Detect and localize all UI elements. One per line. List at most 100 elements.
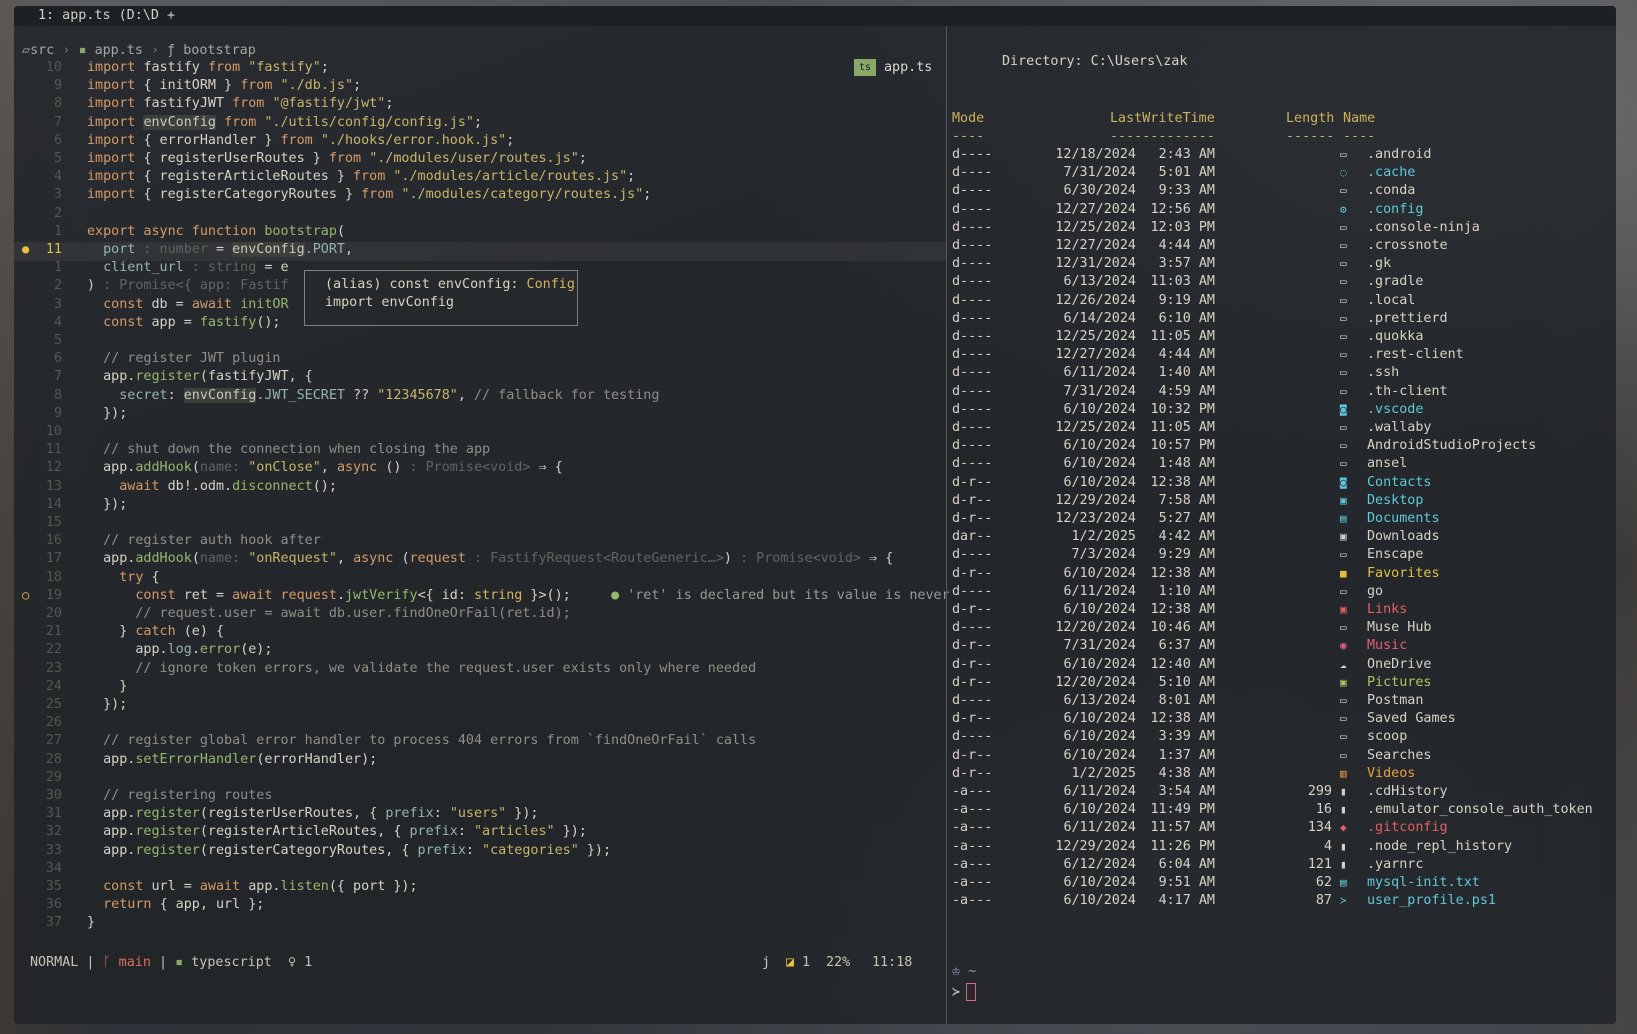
entry-name[interactable]: go	[1367, 582, 1383, 601]
cloud-icon: ☁	[1340, 657, 1347, 671]
entry-name[interactable]: Enscape	[1367, 545, 1423, 564]
entry-date: 6/30/2024	[1063, 183, 1136, 199]
entry-time: 10:46 AM	[1150, 620, 1216, 636]
code-token: {	[151, 569, 160, 585]
entry-name[interactable]: Postman	[1367, 691, 1423, 710]
entry-name[interactable]: .wallaby	[1367, 418, 1432, 437]
entry-name[interactable]: .gradle	[1367, 272, 1423, 291]
entry-name[interactable]: .gitconfig	[1367, 818, 1448, 837]
entry-time: 1:48 AM	[1158, 456, 1215, 472]
code-token: ⇒ {	[530, 460, 563, 476]
entry-name[interactable]: .prettierd	[1367, 309, 1448, 328]
tooltip-type: Config	[526, 277, 575, 292]
breadcrumb-folder[interactable]: src	[30, 43, 54, 58]
entry-name[interactable]: OneDrive	[1367, 655, 1432, 674]
entry-name[interactable]: .emulator_console_auth_token	[1367, 800, 1593, 819]
entry-name[interactable]: .rest-client	[1367, 345, 1464, 364]
code-token: :	[457, 824, 474, 840]
entry-name[interactable]: Muse Hub	[1367, 618, 1432, 637]
entry-name[interactable]: ansel	[1367, 454, 1407, 473]
entry-time: 12:38 AM	[1150, 602, 1216, 617]
directory-title: Directory: C:\Users\zak	[1002, 54, 1188, 69]
breadcrumb-file[interactable]: app.ts	[95, 43, 143, 58]
code-token: return	[87, 897, 160, 913]
entry-mode: d----	[952, 583, 993, 599]
code-token: import	[87, 114, 144, 130]
entry-name[interactable]: AndroidStudioProjects	[1367, 436, 1536, 455]
entry-name[interactable]: .th-client	[1367, 382, 1448, 401]
tab-app-ts[interactable]: 1: app.ts (D:\D +	[38, 8, 175, 23]
entry-date: 6/12/2024	[1063, 856, 1136, 872]
tab-bar: 1: app.ts (D:\D +	[14, 6, 1616, 26]
entry-mode: d-r--	[952, 474, 993, 490]
line-number: 14	[45, 496, 62, 512]
entry-name[interactable]: .cdHistory	[1367, 782, 1448, 801]
entry-name[interactable]: Saved Games	[1367, 709, 1456, 728]
lightbulb-outline-icon[interactable]: ○	[22, 588, 29, 602]
code-token: : Promise<void>	[409, 460, 531, 476]
line-number: 11	[45, 442, 62, 458]
entry-name[interactable]: .config	[1367, 200, 1423, 219]
entry-name[interactable]: Downloads	[1367, 527, 1440, 546]
entry-name[interactable]: Favorites	[1367, 564, 1440, 583]
entry-time: 2:43 AM	[1158, 147, 1215, 162]
code-token: ();	[312, 478, 337, 494]
entry-name[interactable]: .conda	[1367, 181, 1415, 200]
code-token: ,	[320, 460, 337, 476]
entry-name[interactable]: user_profile.ps1	[1367, 891, 1496, 910]
code-token: "./modules/user/routes.js"	[369, 151, 579, 166]
entry-time: 12:38 AM	[1150, 565, 1216, 581]
entry-date: 12/27/2024	[1055, 238, 1136, 253]
entry-name[interactable]: Desktop	[1367, 491, 1423, 510]
entry-name[interactable]: .cache	[1367, 163, 1415, 182]
pane-divider[interactable]	[946, 26, 947, 1024]
entry-length: 134	[1307, 820, 1332, 836]
entry-name[interactable]: .vscode	[1367, 400, 1423, 419]
folder-icon: ▭	[1340, 730, 1347, 744]
entry-name[interactable]: Music	[1367, 636, 1407, 655]
entry-date: 6/11/2024	[1063, 583, 1136, 599]
entry-time: 10:57 PM	[1150, 438, 1216, 454]
entry-name[interactable]: Videos	[1367, 764, 1415, 783]
code-token: string	[474, 587, 523, 603]
entry-name[interactable]: Links	[1367, 600, 1407, 619]
entry-name[interactable]: .quokka	[1367, 327, 1423, 346]
entry-name[interactable]: mysql-init.txt	[1367, 873, 1480, 892]
line-number: 5	[53, 333, 62, 348]
code-token: :	[433, 806, 450, 822]
entry-name[interactable]: Documents	[1367, 509, 1440, 528]
code-token: log	[167, 642, 192, 658]
entry-name[interactable]: .console-ninja	[1367, 218, 1480, 237]
code-token: .	[191, 642, 200, 658]
folder-icon: ▭	[1340, 384, 1347, 398]
code-token: from	[224, 114, 265, 130]
entry-name[interactable]: .android	[1367, 145, 1432, 164]
entry-name[interactable]: .yarnrc	[1367, 855, 1423, 874]
entry-name[interactable]: scoop	[1367, 727, 1407, 746]
entry-name[interactable]: .node_repl_history	[1367, 837, 1512, 856]
code-token: await request	[232, 587, 337, 603]
entry-name[interactable]: Pictures	[1367, 673, 1432, 692]
line-number: 3	[53, 187, 62, 203]
vim-mode: NORMAL	[30, 955, 79, 970]
code-token: )	[723, 551, 741, 567]
prompt-input[interactable]: ≻	[952, 983, 977, 1001]
breadcrumb-symbol[interactable]: bootstrap	[183, 43, 256, 58]
code-token: "onRequest"	[248, 551, 337, 567]
code-token: });	[506, 806, 539, 822]
line-number: 24	[45, 678, 62, 694]
entry-name[interactable]: Searches	[1367, 746, 1432, 765]
lightbulb-icon[interactable]: ●	[22, 242, 29, 256]
entry-mode: d----	[952, 256, 993, 272]
code-token: "./utils/config/config.js"	[264, 114, 474, 130]
code-token: const	[135, 587, 184, 603]
entry-name[interactable]: .gk	[1367, 254, 1391, 273]
entry-name[interactable]: .ssh	[1367, 363, 1399, 382]
entry-name[interactable]: .local	[1367, 291, 1415, 310]
code-text: secret: envConfig.JWT_SECRET ?? "1234567…	[87, 386, 659, 405]
entry-name[interactable]: .crossnote	[1367, 236, 1448, 255]
entry-name[interactable]: Contacts	[1367, 473, 1432, 492]
code-token: "users"	[449, 806, 507, 822]
code-token: envConfig	[183, 387, 257, 403]
